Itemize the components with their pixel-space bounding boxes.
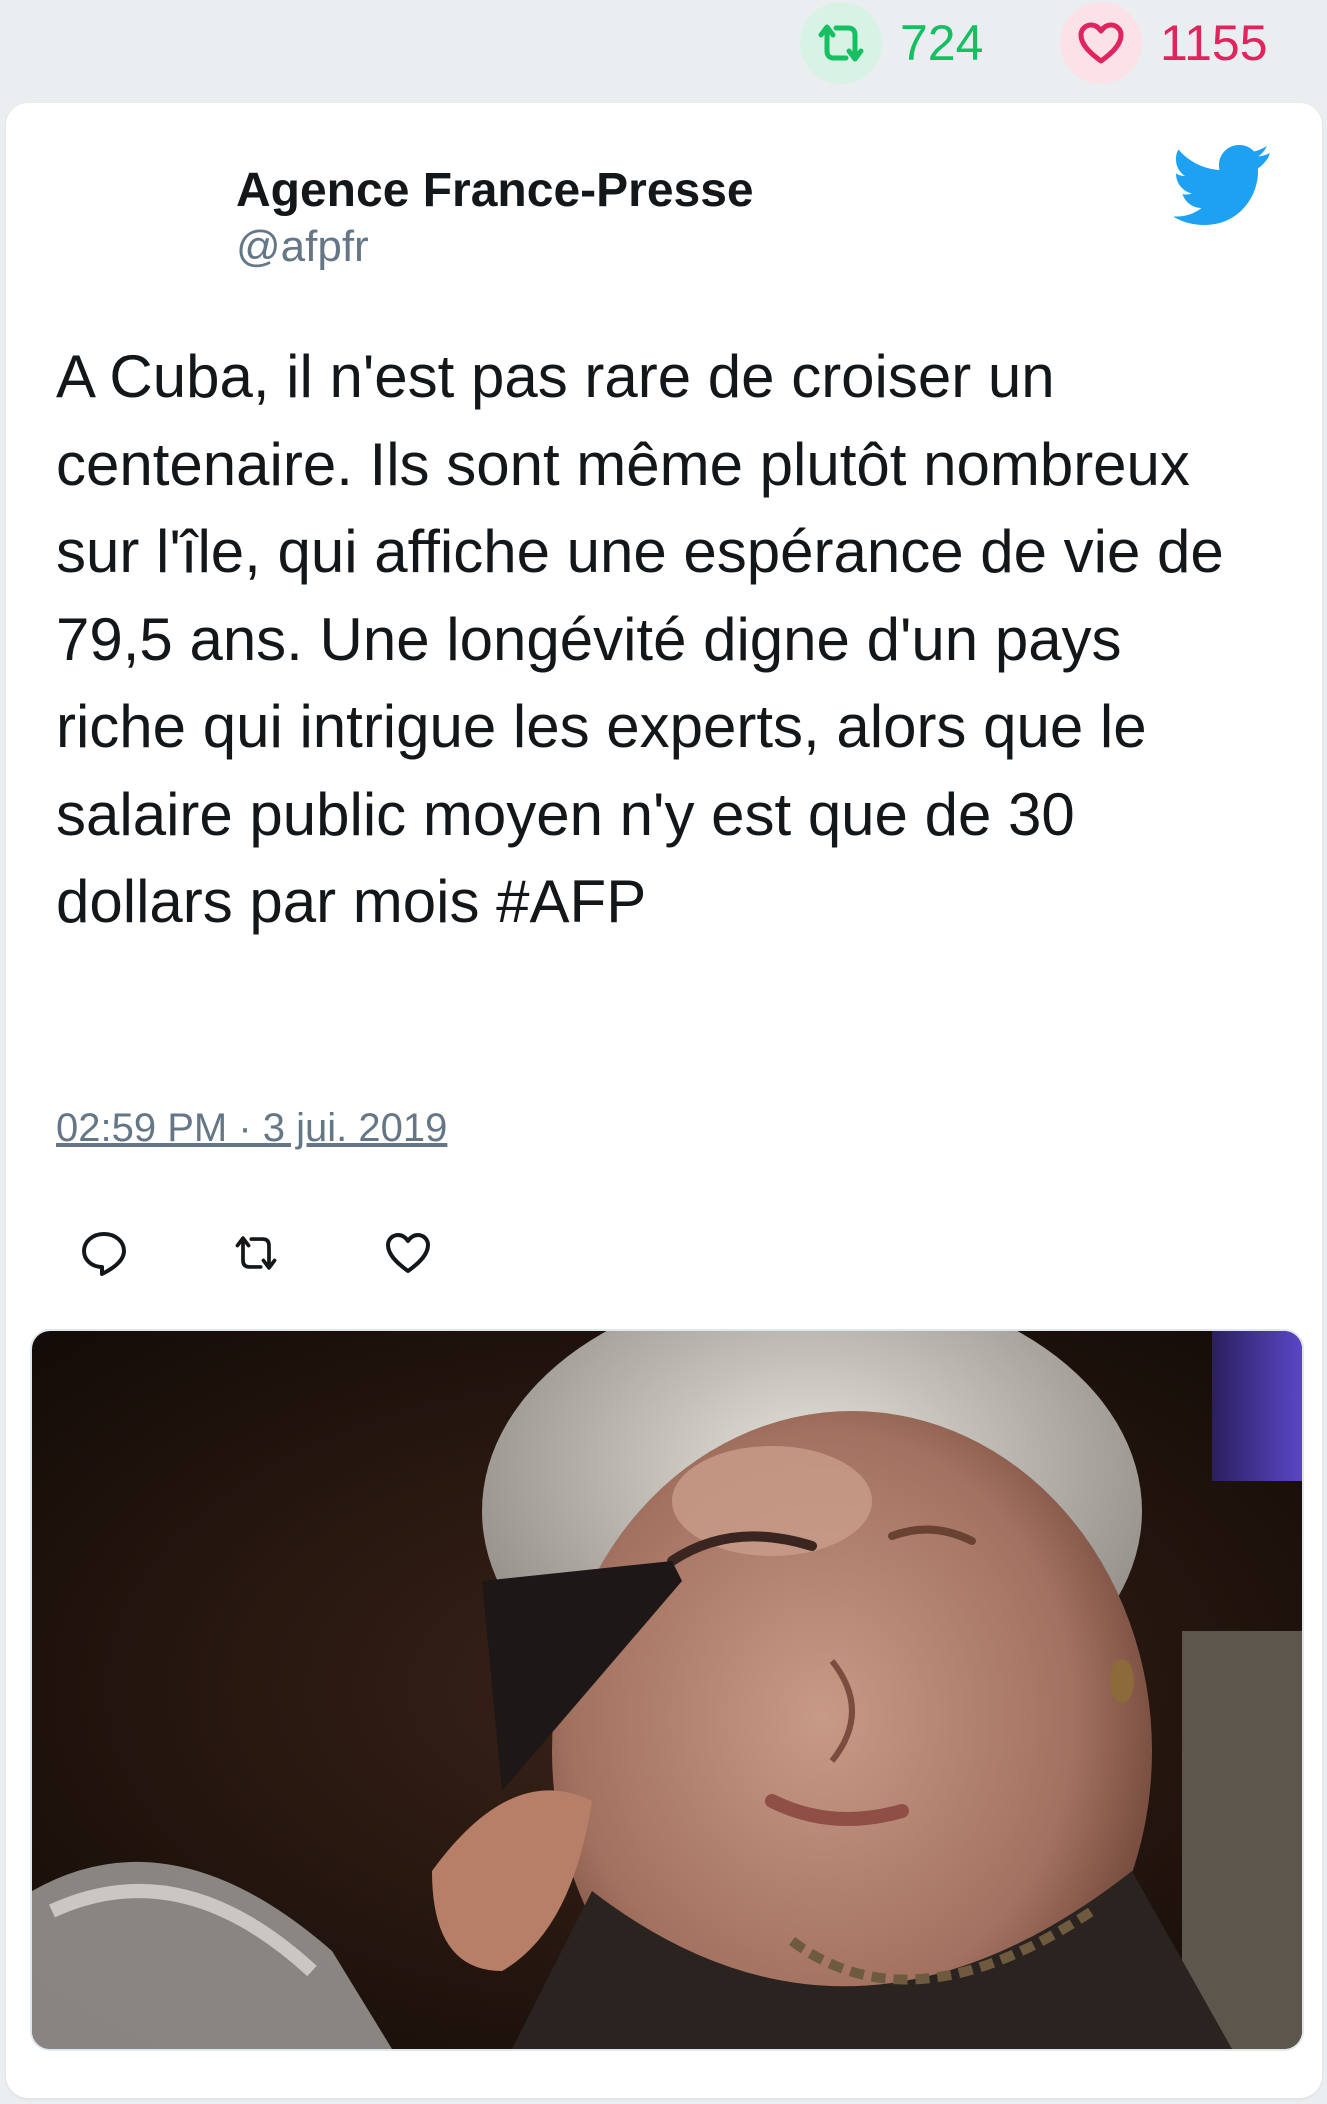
author-block[interactable]: Agence France-Presse @afpfr [236,163,754,275]
like-action-icon[interactable] [382,1227,434,1279]
like-count-stat[interactable]: 1155 [1060,2,1268,84]
tweet-actions [78,1227,534,1279]
retweet-icon[interactable] [800,2,882,84]
like-count: 1155 [1160,15,1268,71]
author-handle[interactable]: @afpfr [236,219,754,275]
retweet-count: 724 [900,15,984,71]
heart-icon[interactable] [1060,2,1142,84]
twitter-bird-icon[interactable] [1173,143,1274,227]
retweet-count-stat[interactable]: 724 [800,2,983,84]
author-name[interactable]: Agence France-Presse [236,163,754,219]
tweet-photo[interactable] [30,1329,1304,2051]
reply-icon[interactable] [78,1227,130,1279]
retweet-action-icon[interactable] [230,1227,282,1279]
tweet-timestamp[interactable]: 02:59 PM · 3 jui. 2019 [56,1106,447,1151]
engagement-bar: 724 1155 [0,0,1327,100]
tweet-card: Agence France-Presse @afpfr A Cuba, il n… [6,103,1322,2098]
tweet-text: A Cuba, il n'est pas rare de croiser un … [56,343,1224,935]
